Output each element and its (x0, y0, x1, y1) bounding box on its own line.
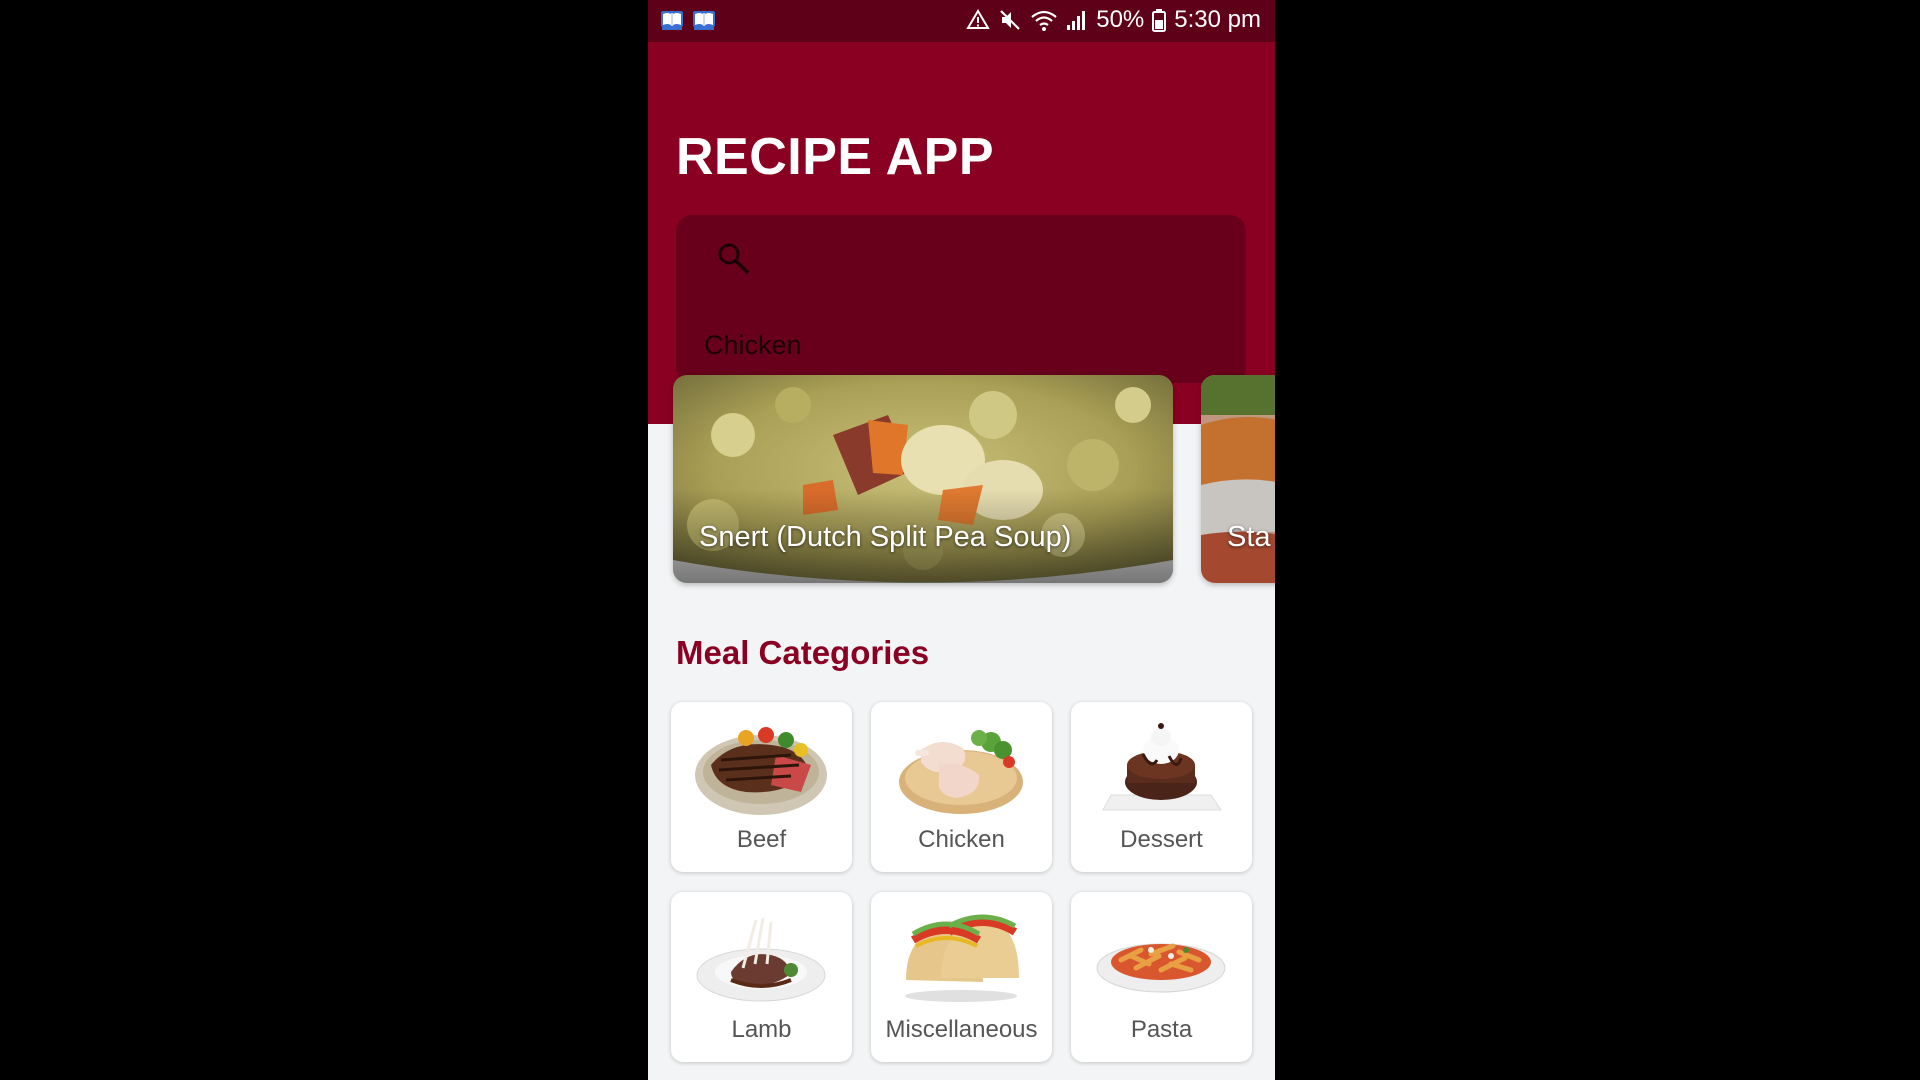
clock: 5:30 pm (1174, 6, 1261, 33)
alert-icon (966, 9, 990, 29)
featured-meal-label: Snert (Dutch Split Pea Soup) (699, 521, 1072, 553)
battery-percent: 50% (1096, 6, 1145, 33)
notification-icons (660, 9, 716, 31)
book-icon (693, 11, 715, 30)
featured-meal-card[interactable]: Sta (1201, 375, 1275, 583)
signal-icon (1067, 11, 1086, 30)
header: RECIPE APP (648, 42, 1275, 424)
category-label: Dessert (1120, 826, 1203, 853)
category-tile-beef[interactable]: Beef (671, 702, 852, 872)
category-tile-dessert[interactable]: Dessert (1071, 702, 1252, 872)
pasta-image (1096, 943, 1226, 993)
search-box[interactable] (676, 215, 1246, 383)
category-label: Pasta (1130, 1016, 1193, 1043)
chicken-image (899, 730, 1023, 814)
search-input[interactable] (704, 327, 1204, 363)
book-icon (661, 11, 683, 30)
phone-screen: 50% 5:30 pm RECIPE APP Chicken Snert (Du… (648, 0, 1275, 1080)
lamb-image (696, 917, 826, 1002)
featured-meal-card[interactable]: Snert (Dutch Split Pea Soup) (673, 375, 1173, 583)
search-icon (718, 243, 749, 274)
featured-meal-label: Sta (1227, 521, 1271, 553)
category-tile-miscellaneous[interactable]: Miscellaneous (871, 892, 1052, 1062)
app-title: RECIPE APP (676, 128, 995, 186)
category-tile-pasta[interactable]: Pasta (1071, 892, 1252, 1062)
status-bar: 50% 5:30 pm (648, 0, 1275, 42)
tacos-image (905, 914, 1019, 1002)
category-label: Lamb (731, 1016, 792, 1043)
category-tile-lamb[interactable]: Lamb (671, 892, 852, 1062)
dessert-image (1102, 723, 1222, 811)
mute-icon (1000, 10, 1021, 30)
category-label: Beef (736, 826, 787, 853)
beef-image (695, 727, 827, 815)
section-title: Meal Categories (676, 634, 930, 671)
category-label: Miscellaneous (885, 1016, 1038, 1043)
status-indicators: 50% 5:30 pm (966, 6, 1261, 34)
battery-icon (1152, 9, 1167, 32)
category-tile-chicken[interactable]: Chicken (871, 702, 1052, 872)
wifi-icon (1031, 10, 1057, 31)
category-label: Chicken (918, 826, 1005, 853)
